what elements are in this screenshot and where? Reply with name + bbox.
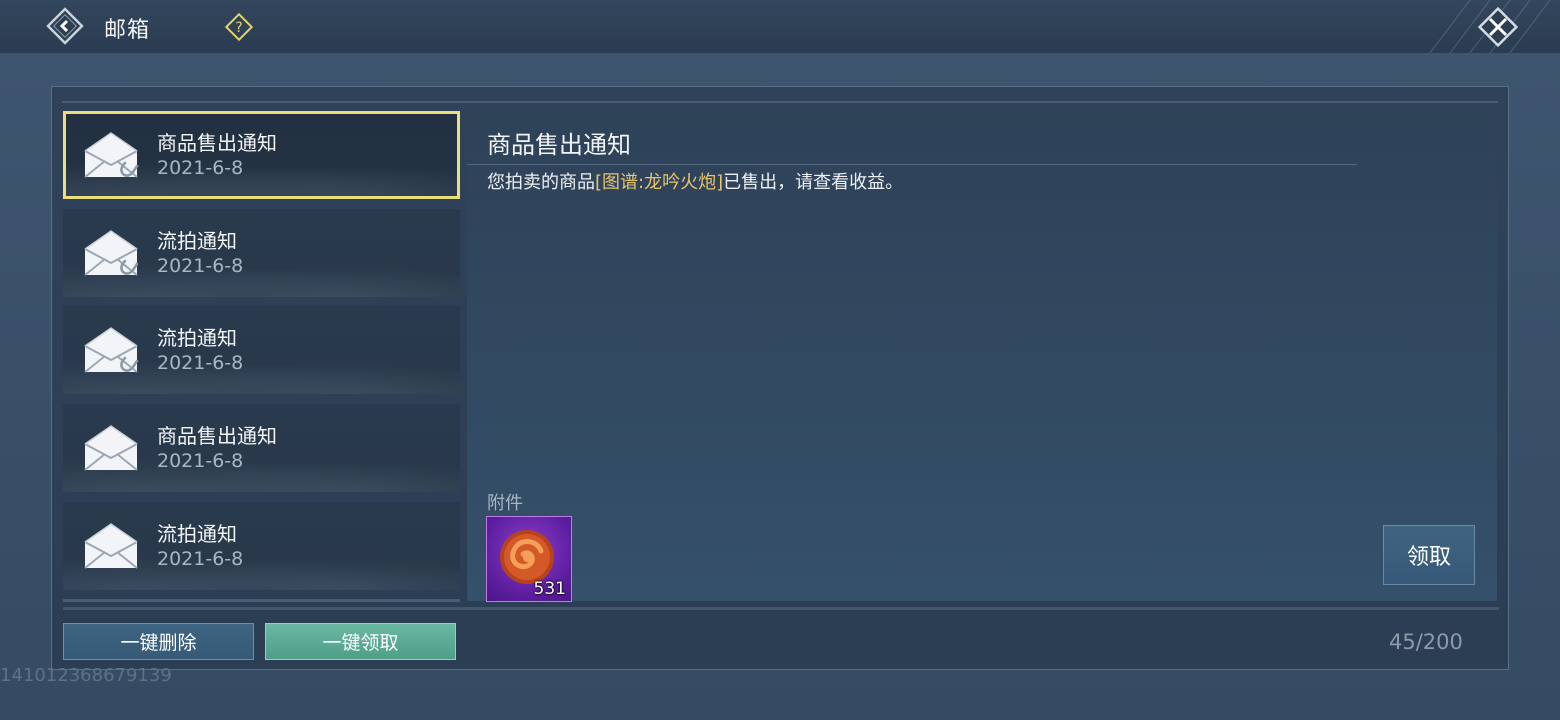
- svg-text:?: ?: [235, 20, 242, 36]
- divider: [63, 599, 460, 602]
- mail-list-item[interactable]: 流拍通知 2021-6-8: [63, 209, 460, 297]
- top-bar: 邮箱 ?: [0, 0, 1560, 53]
- divider: [467, 164, 1357, 165]
- mail-detail: 商品售出通知 您拍卖的商品[图谱:龙吟火炮]已售出，请查看收益。 附件 531: [467, 111, 1497, 602]
- mail-with-attachment-icon: [81, 227, 141, 281]
- back-arrow-icon[interactable]: [44, 5, 86, 47]
- divider: [63, 607, 1499, 610]
- user-id: 141012368679139: [0, 665, 172, 686]
- divider: [62, 101, 1498, 103]
- mail-date: 2021-6-8: [157, 352, 244, 374]
- mail-body: 您拍卖的商品[图谱:龙吟火炮]已售出，请查看收益。: [487, 168, 903, 194]
- mail-body-prefix: 您拍卖的商品: [487, 172, 595, 193]
- mail-date: 2021-6-8: [157, 548, 244, 570]
- attachment-label: 附件: [487, 493, 523, 514]
- attachment-count: 531: [533, 579, 566, 599]
- mail-count: 45/200: [1389, 630, 1463, 654]
- mail-title: 流拍通知: [157, 326, 237, 350]
- mail-list-item[interactable]: 流拍通知 2021-6-8: [63, 306, 460, 394]
- mail-with-attachment-icon: [81, 324, 141, 378]
- help-icon[interactable]: ?: [224, 12, 254, 42]
- mail-date: 2021-6-8: [157, 255, 244, 277]
- close-icon[interactable]: [1474, 3, 1522, 51]
- mail-body-suffix: 已售出，请查看收益。: [723, 172, 904, 193]
- mail-list-item[interactable]: 流拍通知 2021-6-8: [63, 502, 460, 590]
- delete-all-button[interactable]: 一键删除: [63, 623, 254, 660]
- mail-title: 流拍通知: [157, 229, 237, 253]
- mail-list-item[interactable]: 商品售出通知 2021-6-8: [63, 111, 460, 199]
- mail-with-attachment-icon: [81, 129, 141, 183]
- attachment-slot[interactable]: 531: [486, 516, 572, 602]
- mail-title: 商品售出通知: [157, 131, 277, 155]
- mail-title: 流拍通知: [157, 522, 237, 546]
- mail-date: 2021-6-8: [157, 157, 244, 179]
- mail-detail-title: 商品售出通知: [487, 131, 631, 159]
- item-link[interactable]: [图谱:龙吟火炮]: [595, 172, 723, 193]
- mail-list-item[interactable]: 商品售出通知 2021-6-8: [63, 404, 460, 492]
- mail-title: 商品售出通知: [157, 424, 277, 448]
- claim-button[interactable]: 领取: [1383, 525, 1475, 585]
- page-title: 邮箱: [104, 18, 151, 43]
- claim-all-button[interactable]: 一键领取: [265, 623, 456, 660]
- mail-icon: [81, 520, 141, 574]
- mail-date: 2021-6-8: [157, 450, 244, 472]
- mailbox-panel: 商品售出通知 2021-6-8 流拍通知 2021-6-8 流拍通知 2021-6-8…: [51, 86, 1509, 670]
- mail-icon: [81, 422, 141, 476]
